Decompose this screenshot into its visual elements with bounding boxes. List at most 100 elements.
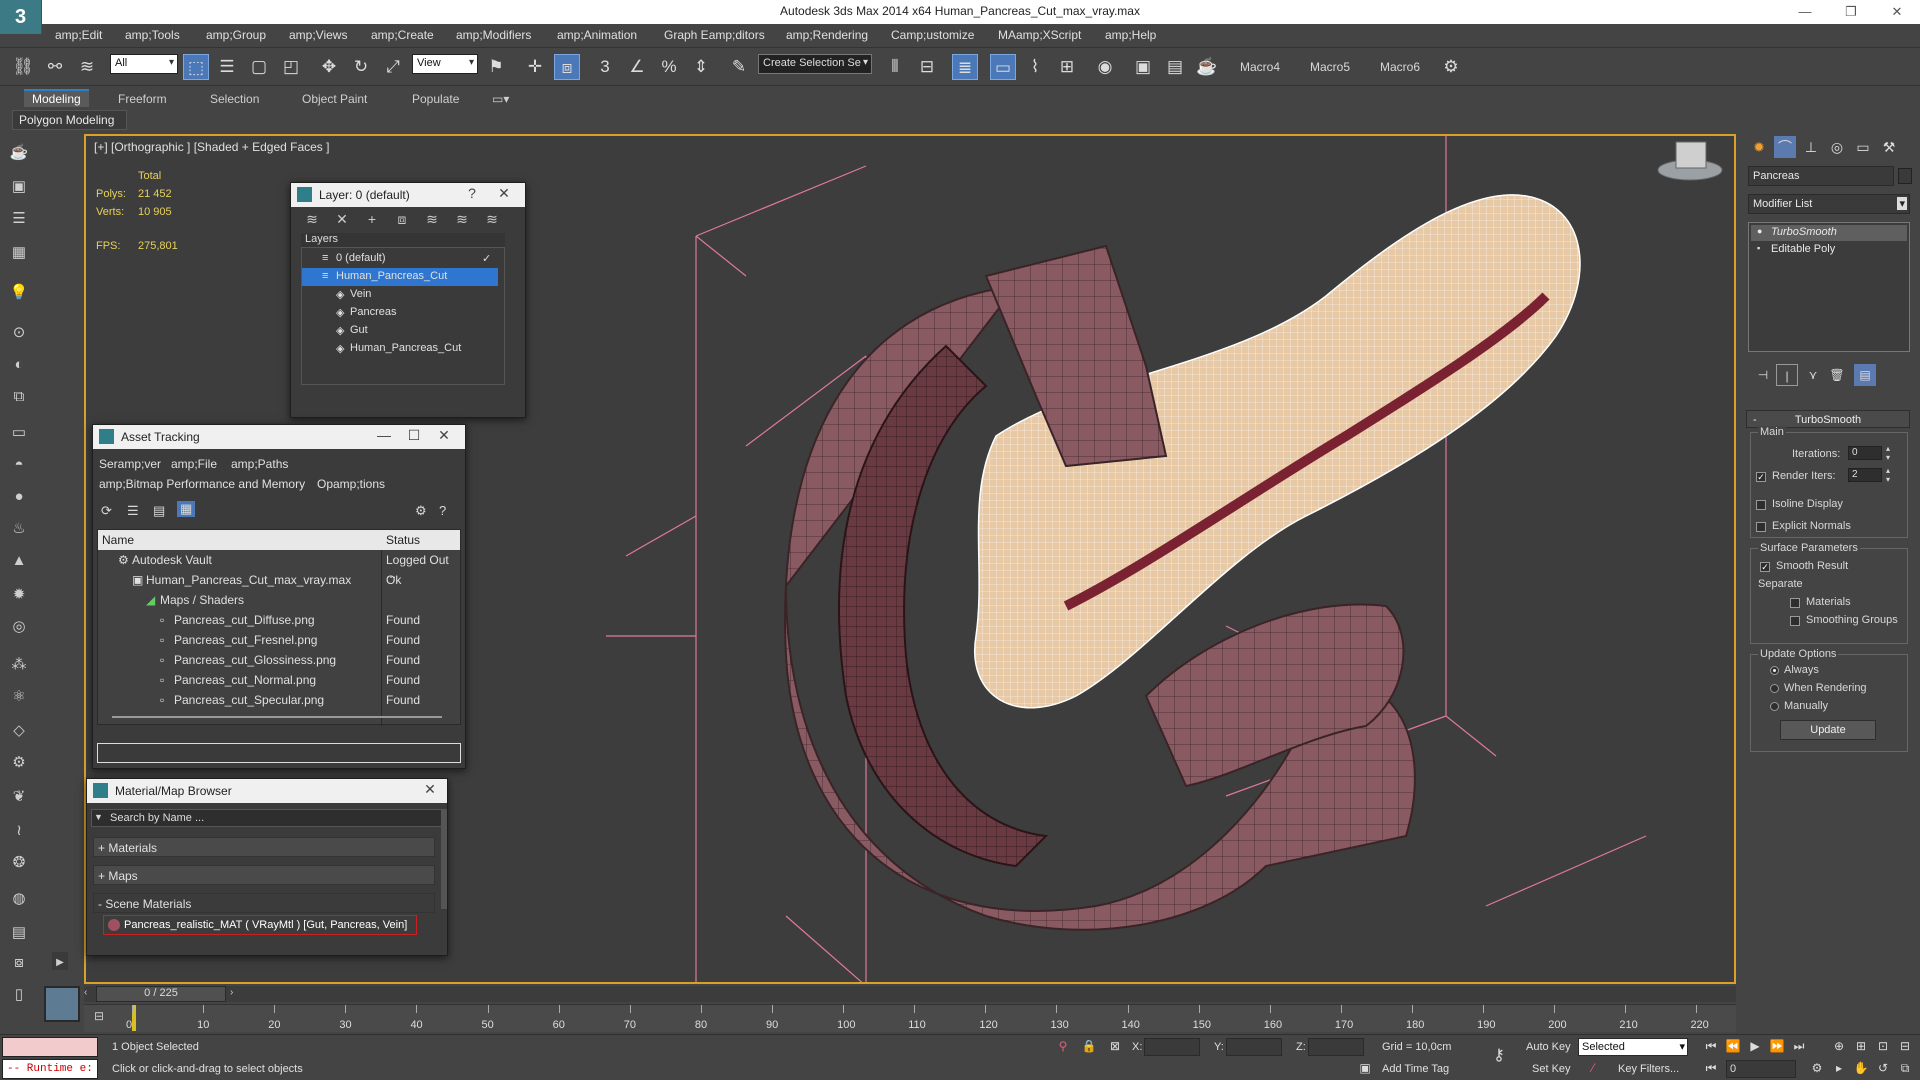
time-slider-bar[interactable]: ‹ 0 / 225 › [84, 986, 1736, 1002]
menu-group[interactable]: amp;Group [206, 28, 266, 42]
molecule-icon[interactable]: ⚛ [8, 686, 30, 708]
cylinder-icon[interactable]: ▯ [8, 984, 30, 1006]
link-icon[interactable]: ⛓ [10, 54, 36, 80]
tab-object-paint[interactable]: Object Paint [294, 91, 375, 109]
torus-icon[interactable]: ◎ [8, 616, 30, 638]
time-slider[interactable]: 0 / 225 [96, 986, 226, 1002]
scene-material-item[interactable]: Pancreas_realistic_MAT ( VRayMtl ) [Gut,… [103, 915, 417, 935]
asset-panel-header[interactable]: Asset Tracking — ☐ ✕ [93, 425, 465, 449]
menu-paths[interactable]: amp;Paths [231, 457, 288, 471]
menu-graph-editors[interactable]: Graph Eamp;ditors [664, 28, 765, 42]
ribbon-toggle-icon[interactable]: ▭ [990, 54, 1016, 80]
key-filters-button[interactable]: Key Filters... [1618, 1063, 1679, 1075]
material-browser-panel[interactable]: Material/Map Browser ✕ ▼ Search by Name … [86, 778, 448, 956]
list-view-icon[interactable]: ☰ [127, 503, 139, 519]
field-of-view-icon[interactable]: ▸ [1830, 1059, 1848, 1077]
plant-icon[interactable]: ❦ [8, 786, 30, 808]
layer-child-row[interactable]: ◈ Human_Pancreas_Cut [302, 340, 498, 358]
close-button[interactable]: ✕ [1882, 2, 1912, 22]
close-icon[interactable]: ✕ [433, 427, 455, 444]
menu-options[interactable]: Opamp;tions [317, 477, 385, 491]
menu-modifiers[interactable]: amp;Modifiers [456, 28, 531, 42]
mat-panel-header[interactable]: Material/Map Browser ✕ [87, 779, 447, 803]
pan-view-icon[interactable]: ✋ [1852, 1059, 1870, 1077]
globe-icon[interactable]: ◍ [8, 888, 30, 910]
go-to-start-icon[interactable]: ⏮ [1702, 1037, 1720, 1055]
detail-view-icon[interactable]: ▤ [153, 503, 165, 519]
show-end-result-icon[interactable]: | [1776, 364, 1798, 386]
table-row[interactable]: ▫ Pancreas_cut_Diffuse.png Found [98, 610, 460, 630]
key-mode-icon[interactable]: ⏮ [1702, 1059, 1720, 1077]
percent-snap-icon[interactable]: % [656, 54, 682, 80]
rotate-icon[interactable]: ↻ [348, 54, 374, 80]
vault-icon[interactable]: ⚙ [415, 503, 427, 519]
select-by-name-icon[interactable]: ☰ [214, 54, 240, 80]
table-row[interactable]: ⚙ Autodesk Vault Logged Out ... [98, 550, 460, 581]
manually-radio[interactable] [1770, 702, 1779, 711]
macro5-button[interactable]: Macro5 [1310, 60, 1350, 74]
viewcube-icon[interactable] [1657, 141, 1723, 181]
minimize-icon[interactable]: — [373, 427, 395, 443]
motion-tab-icon[interactable]: ◎ [1826, 136, 1848, 158]
section-materials[interactable]: + Materials [93, 837, 435, 857]
zoom-all-icon[interactable]: ⊞ [1852, 1037, 1870, 1055]
film-icon[interactable]: ⧉ [8, 386, 30, 408]
make-unique-icon[interactable]: ⋎ [1802, 364, 1824, 386]
restore-button[interactable]: ❐ [1836, 2, 1866, 22]
snaps-toggle-icon[interactable]: 3 [592, 54, 618, 80]
go-to-end-icon[interactable]: ⏭ [1790, 1037, 1808, 1055]
next-key-icon[interactable]: ⏩ [1768, 1037, 1786, 1055]
maxscript-runtime-output[interactable]: -- Runtime e: [2, 1059, 98, 1079]
help-button[interactable]: ? [461, 185, 483, 201]
tab-modeling[interactable]: Modeling [24, 89, 89, 107]
cone-icon[interactable]: ▲ [8, 550, 30, 572]
layer-child-row[interactable]: ◈ Gut [302, 322, 498, 340]
create-tab-icon[interactable]: ✹ [1748, 136, 1770, 158]
chevron-down-icon[interactable]: ▼ [94, 812, 103, 822]
asset-tracking-panel[interactable]: Asset Tracking — ☐ ✕ Seramp;ver amp;File… [92, 424, 466, 769]
stack-icon[interactable]: ▤ [8, 922, 30, 944]
lock-icon[interactable]: 🔒 [1080, 1037, 1098, 1055]
time-config-icon[interactable]: ⚙ [1808, 1059, 1826, 1077]
camera-icon[interactable]: ⊙ [8, 322, 30, 344]
script-gear-icon[interactable]: ⚙ [1438, 54, 1464, 80]
particles-icon[interactable]: ⁂ [8, 654, 30, 676]
keyboard-shortcut-toggle-icon[interactable]: ⧈ [554, 54, 580, 80]
smoothing-groups-checkbox[interactable] [1790, 616, 1800, 626]
zoom-extents-all-icon[interactable]: ⊟ [1896, 1037, 1914, 1055]
isolate-icon[interactable]: ⚲ [1054, 1037, 1072, 1055]
material-editor-icon[interactable]: ◉ [1092, 54, 1118, 80]
set-key-button[interactable]: Set Key [1532, 1063, 1571, 1075]
smooth-result-checkbox[interactable]: ✓ [1760, 562, 1770, 572]
menu-views[interactable]: amp;Views [289, 28, 347, 42]
table-row[interactable]: ▫ Pancreas_cut_Glossiness.png Found [98, 650, 460, 670]
object-name-field[interactable]: Pancreas [1748, 166, 1894, 186]
remove-modifier-icon[interactable]: 🗑 [1826, 364, 1848, 386]
pivot-center-icon[interactable]: ⚑ [483, 54, 509, 80]
new-layer-icon[interactable]: ≋ [303, 211, 321, 229]
sun-icon[interactable]: ✹ [8, 584, 30, 606]
section-maps[interactable]: + Maps [93, 865, 435, 885]
menu-server[interactable]: Seramp;ver [99, 457, 161, 471]
asset-path-input[interactable] [97, 743, 461, 763]
selection-filter-select[interactable]: All ▾ [110, 54, 178, 74]
object-color-swatch[interactable] [1898, 168, 1912, 184]
maximize-icon[interactable]: ☐ [403, 427, 425, 444]
highlight-layer-icon[interactable]: ≋ [423, 211, 441, 229]
expand-icon[interactable]: ▪ [1757, 243, 1760, 253]
tab-selection[interactable]: Selection [202, 91, 267, 109]
named-selection-set-select[interactable]: Create Selection Se ▾ [758, 54, 872, 74]
track-bar[interactable]: ⊟ 0 10 20 30 40 50 60 70 80 90 100 110 120 130 140 150 1… [84, 1004, 1736, 1032]
update-button[interactable]: Update [1780, 720, 1876, 740]
mirror-icon[interactable]: ⫴ [882, 54, 908, 80]
list-icon[interactable]: ☰ [8, 208, 30, 230]
rect-selection-icon[interactable]: ▢ [246, 54, 272, 80]
box-icon[interactable]: ▭ [8, 422, 30, 444]
teapot-icon[interactable]: ☕ [8, 142, 30, 164]
stack-item-editable-poly[interactable]: ▪ Editable Poly [1751, 242, 1907, 258]
sphere-shape-icon[interactable]: ◐ [8, 354, 30, 376]
layer-row-selected[interactable]: ≡ Human_Pancreas_Cut [302, 268, 498, 286]
select-manipulate-icon[interactable]: ✛ [522, 54, 548, 80]
y-field[interactable] [1226, 1038, 1282, 1056]
sphere-icon[interactable]: ● [8, 486, 30, 508]
